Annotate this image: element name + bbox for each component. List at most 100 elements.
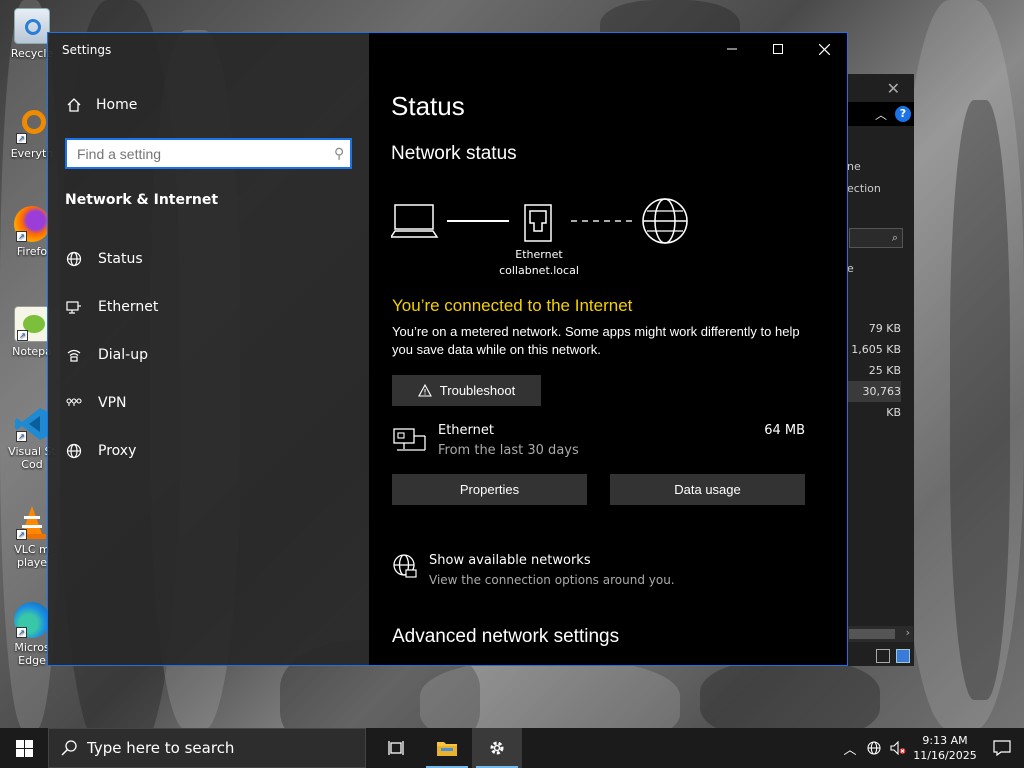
ethernet-port-icon	[524, 204, 552, 242]
visual-studio-code-icon: ↗	[14, 406, 50, 442]
globe-icon	[66, 443, 82, 459]
advanced-settings-heading: Advanced network settings	[392, 626, 620, 647]
shortcut-arrow-icon: ↗	[16, 231, 27, 242]
close-button[interactable]	[801, 33, 847, 65]
chevron-right-icon[interactable]: ›	[906, 626, 910, 639]
data-usage-button[interactable]: Data usage	[610, 474, 805, 505]
shortcut-arrow-icon: ↗	[16, 431, 27, 442]
settings-sidebar: Settings Home ⚲ Network & Internet Statu…	[48, 33, 369, 665]
ethernet-icon	[393, 428, 426, 451]
show-available-networks-link[interactable]: Show available networks View the connect…	[392, 551, 772, 591]
laptop-icon	[391, 204, 439, 238]
nav-item-proxy[interactable]: Proxy	[48, 427, 369, 475]
system-tray: ︿ 9:13 AM 11/16/2025	[838, 728, 1024, 768]
ethernet-name: Ethernet	[438, 423, 494, 438]
network-domain: collabnet.local	[499, 264, 579, 277]
taskbar: Type here to search ︿ 9:13 AM 11/16/2025	[0, 728, 1024, 768]
nav-item-status[interactable]: Status	[48, 235, 369, 283]
nav-item-dialup[interactable]: Dial-up	[48, 331, 369, 379]
taskbar-file-explorer[interactable]	[422, 728, 472, 768]
edge-icon: ↗	[14, 602, 50, 638]
nav-home[interactable]: Home	[66, 97, 137, 113]
notification-center-button[interactable]	[980, 728, 1024, 768]
taskbar-search-box[interactable]: Type here to search	[48, 728, 366, 768]
maximize-icon	[773, 44, 783, 54]
adapter-name: Ethernet	[515, 248, 563, 261]
window-caption-buttons	[709, 33, 847, 65]
vpn-icon	[66, 398, 82, 406]
start-button[interactable]	[0, 728, 48, 768]
search-icon[interactable]: ⚲	[334, 146, 344, 162]
settings-content: Status Network status Ethernet collabnet…	[369, 33, 847, 665]
nav-item-ethernet[interactable]: Ethernet	[48, 283, 369, 331]
taskbar-settings[interactable]	[472, 728, 522, 768]
troubleshoot-button[interactable]: Troubleshoot	[392, 375, 541, 406]
taskbar-search-placeholder: Type here to search	[87, 739, 235, 757]
globe-icon	[66, 251, 82, 267]
recycle-bin-icon	[14, 8, 50, 44]
nav-home-label: Home	[96, 97, 138, 113]
settings-search-box[interactable]: ⚲	[65, 138, 352, 169]
taskbar-clock[interactable]: 9:13 AM 11/16/2025	[910, 733, 980, 763]
file-explorer-window[interactable]: ✕ ︿ ? ne ection ⌕ e 79 KB 1,605 KB 25 KB…	[846, 74, 914, 666]
close-icon[interactable]: ✕	[887, 79, 900, 98]
clock-date: 11/16/2025	[913, 749, 977, 762]
search-icon: ⌕	[891, 231, 898, 244]
connection-status-text: You’re connected to the Internet	[392, 296, 633, 315]
show-networks-description: View the connection options around you.	[429, 573, 675, 587]
large-icons-view-icon[interactable]	[896, 649, 910, 663]
section-title: Network & Internet	[65, 192, 219, 208]
ethernet-icon	[66, 301, 81, 314]
properties-button[interactable]: Properties	[392, 474, 587, 505]
file-size-cell: 79 KB	[868, 322, 901, 335]
warning-icon	[417, 384, 432, 397]
everything-search-icon: ↗	[14, 108, 50, 144]
task-view-icon	[388, 741, 404, 755]
network-globe-icon[interactable]	[862, 728, 886, 768]
explorer-search-input[interactable]: ⌕	[849, 228, 903, 248]
chevron-up-icon[interactable]: ︿	[875, 106, 887, 123]
nav-item-label: VPN	[98, 395, 127, 411]
chevron-up-icon[interactable]: ︿	[838, 728, 862, 768]
ethernet-period: From the last 30 days	[438, 443, 579, 458]
shortcut-arrow-icon: ↗	[17, 330, 28, 341]
nav-item-label: Ethernet	[98, 299, 159, 315]
task-view-button[interactable]	[372, 728, 422, 768]
details-view-icon[interactable]	[876, 649, 890, 663]
settings-search-input[interactable]	[77, 145, 334, 162]
firefox-icon: ↗	[14, 206, 50, 242]
page-title: Status	[391, 91, 465, 121]
ethernet-data-usage: 64 MB	[764, 423, 805, 438]
network-status-heading: Network status	[391, 143, 517, 164]
nav-item-label: Proxy	[98, 443, 137, 459]
shortcut-arrow-icon: ↗	[16, 133, 27, 144]
file-size-column: 79 KB 1,605 KB 25 KB 30,763 KB	[847, 318, 901, 419]
search-icon	[61, 740, 77, 756]
notepad-plus-plus-icon: ↗	[14, 306, 50, 342]
scrollbar-thumb[interactable]	[849, 629, 895, 639]
shortcut-arrow-icon: ↗	[16, 529, 27, 540]
nav-item-label: Dial-up	[98, 347, 148, 363]
maximize-button[interactable]	[755, 33, 801, 65]
column-header-fragment: e	[847, 262, 854, 275]
horizontal-scrollbar[interactable]: ›	[847, 626, 913, 642]
settings-window[interactable]: Settings Home ⚲ Network & Internet Statu…	[47, 32, 848, 666]
vlc-cone-icon: ↗	[14, 504, 50, 540]
metered-network-text: You’re on a metered network. Some apps m…	[392, 324, 800, 357]
window-title: Settings	[62, 43, 112, 57]
minimize-button[interactable]	[709, 33, 755, 65]
ribbon-text-fragment: ection	[847, 182, 881, 195]
ribbon-text-fragment: ne	[847, 160, 861, 173]
nav-item-vpn[interactable]: VPN	[48, 379, 369, 427]
file-size-cell: 25 KB	[868, 364, 901, 377]
home-icon	[67, 98, 81, 112]
gear-icon	[490, 741, 504, 755]
globe-icon	[642, 198, 688, 244]
volume-muted-icon[interactable]	[886, 728, 910, 768]
file-size-cell: 30,763 KB	[847, 381, 901, 419]
clock-time: 9:13 AM	[922, 734, 968, 747]
adapter-label: Ethernet collabnet.local	[489, 247, 589, 279]
notification-icon	[993, 740, 1011, 756]
dialup-icon	[67, 349, 81, 362]
help-icon[interactable]: ?	[895, 106, 911, 122]
